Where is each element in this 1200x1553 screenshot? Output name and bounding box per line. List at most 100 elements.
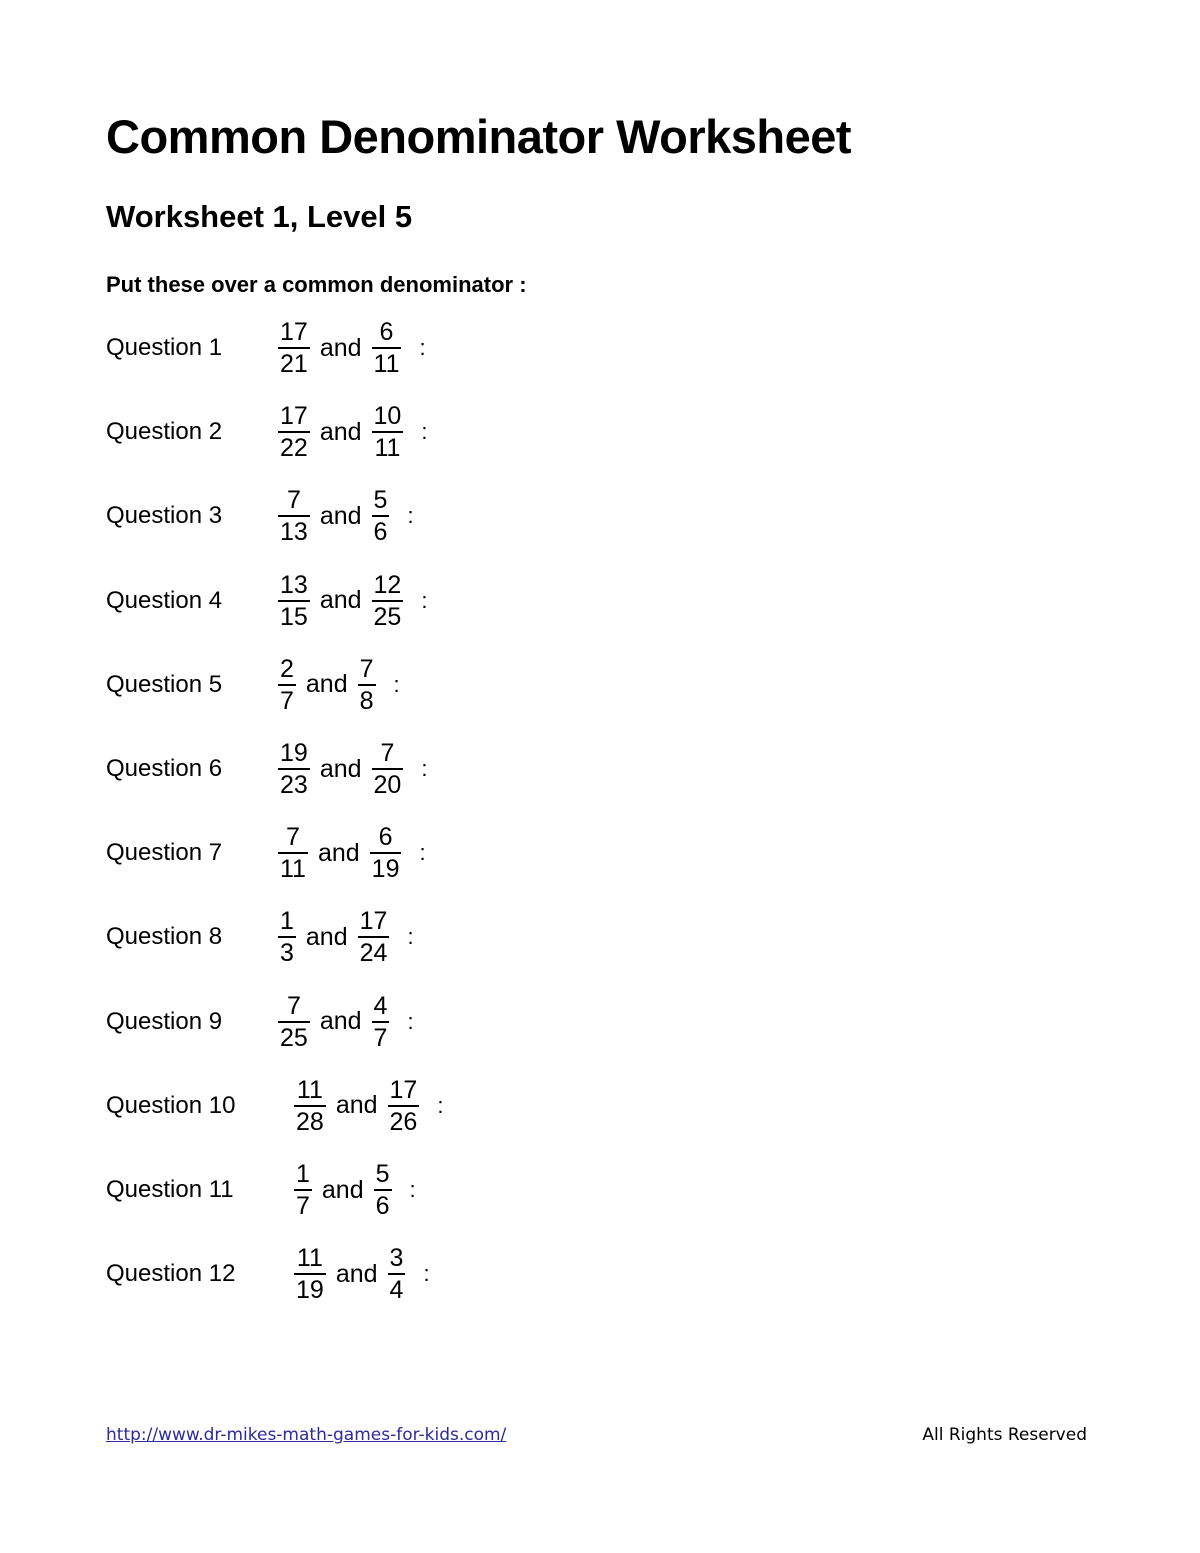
fraction-first: 11 28 xyxy=(294,1075,326,1137)
numerator: 17 xyxy=(359,907,388,936)
numerator: 17 xyxy=(280,318,308,346)
answer-colon: : xyxy=(393,671,400,697)
numerator: 7 xyxy=(286,823,300,852)
joiner-text: and xyxy=(305,670,348,699)
question-row: Question 2 17 22 and 10 11: xyxy=(106,397,427,467)
answer-colon: : xyxy=(437,1092,444,1118)
numerator: 1 xyxy=(280,907,294,936)
joiner-text: and xyxy=(305,922,348,951)
numerator: 11 xyxy=(296,1075,323,1104)
question-label: Question 2 xyxy=(106,418,223,446)
fraction-first: 13 xyxy=(278,906,296,968)
question-row: Question 12 11 19 and 3 4: xyxy=(106,1239,430,1309)
question-row: Question 5 2 7 and 7 8: xyxy=(106,650,400,720)
numerator: 10 xyxy=(373,402,402,431)
question-label: Question 6 xyxy=(106,755,223,782)
fraction-second: 47 xyxy=(371,991,390,1053)
question-label: Question 7 xyxy=(106,839,223,867)
fraction-first: 27 xyxy=(278,654,296,716)
question-label: Question 5 xyxy=(106,670,223,698)
fraction-second: 56 xyxy=(371,485,390,547)
fraction-second: 6 19 xyxy=(369,822,402,884)
denominator: 7 xyxy=(373,1023,388,1052)
answer-colon: : xyxy=(421,419,428,445)
numerator: 7 xyxy=(359,654,374,683)
numerator: 6 xyxy=(378,823,393,852)
numerator: 19 xyxy=(280,739,308,767)
joiner-text: and xyxy=(335,1091,378,1120)
answer-colon: : xyxy=(419,840,426,866)
question-label: Question 4 xyxy=(106,586,223,614)
numerator: 11 xyxy=(296,1244,323,1273)
fraction-first: 13 15 xyxy=(278,570,310,632)
fraction-second: 10 11 xyxy=(371,401,404,463)
question-label: Question 11 xyxy=(106,1176,234,1203)
question-row: Question 6 19 23 and 7 20: xyxy=(106,734,427,804)
numerator: 4 xyxy=(373,991,388,1020)
joiner-text: and xyxy=(335,1259,378,1288)
question-label: Question 9 xyxy=(106,1007,223,1035)
worksheet-subtitle: Worksheet 1, Level 5 xyxy=(106,199,413,234)
answer-colon: : xyxy=(421,587,428,613)
answer-colon: : xyxy=(423,1261,430,1287)
denominator: 21 xyxy=(280,350,308,378)
denominator: 11 xyxy=(280,855,306,884)
fraction-first: 7 13 xyxy=(278,485,310,547)
denominator: 25 xyxy=(373,602,402,631)
fraction-second: 17 24 xyxy=(357,906,390,968)
denominator: 22 xyxy=(280,434,308,463)
numerator: 17 xyxy=(280,402,308,431)
question-row: Question 11 1 7 and 5 6: xyxy=(106,1155,416,1225)
fraction-second: 56 xyxy=(373,1159,392,1221)
question-row: Question 3 7 13 and 5 6: xyxy=(106,481,414,551)
denominator: 7 xyxy=(296,1192,310,1220)
numerator: 7 xyxy=(286,991,301,1020)
question-label: Question 12 xyxy=(106,1260,236,1288)
fraction-first: 17 22 xyxy=(278,401,310,463)
question-label: Question 1 xyxy=(106,334,223,361)
question-row: Question 4 13 15 and 12 25: xyxy=(106,566,427,636)
fraction-first: 7 25 xyxy=(278,991,310,1053)
numerator: 5 xyxy=(373,486,388,515)
denominator: 11 xyxy=(374,434,401,463)
fraction-first: 11 19 xyxy=(294,1243,326,1305)
numerator: 13 xyxy=(280,570,308,599)
answer-colon: : xyxy=(407,1008,414,1034)
numerator: 2 xyxy=(280,654,294,683)
numerator: 17 xyxy=(389,1075,418,1104)
fraction-first: 19 23 xyxy=(278,738,310,800)
denominator: 3 xyxy=(280,939,294,968)
fraction-second: 78 xyxy=(357,654,376,716)
question-label: Question 3 xyxy=(106,502,223,530)
joiner-text: and xyxy=(319,333,362,362)
joiner-text: and xyxy=(319,754,362,783)
joiner-text: and xyxy=(319,1007,362,1036)
denominator: 8 xyxy=(359,686,374,715)
website-link[interactable]: http://www.dr-mikes-math-games-for-kids.… xyxy=(106,1425,506,1445)
denominator: 19 xyxy=(296,1276,324,1305)
question-label: Question 10 xyxy=(106,1091,236,1119)
fraction-second: 6 11 xyxy=(371,317,402,379)
fraction-second: 7 20 xyxy=(371,738,404,800)
numerator: 3 xyxy=(389,1244,404,1273)
numerator: 1 xyxy=(296,1160,310,1188)
denominator: 23 xyxy=(280,771,308,799)
question-row: Question 10 11 28 and 17 26: xyxy=(106,1071,443,1141)
answer-colon: : xyxy=(419,335,426,360)
answer-colon: : xyxy=(409,1177,416,1202)
answer-colon: : xyxy=(421,756,428,781)
joiner-text: and xyxy=(319,501,362,530)
answer-colon: : xyxy=(407,503,414,529)
numerator: 5 xyxy=(375,1160,390,1188)
fraction-first: 17 xyxy=(294,1159,312,1221)
numerator: 6 xyxy=(379,318,394,346)
denominator: 15 xyxy=(280,602,308,631)
denominator: 26 xyxy=(389,1107,418,1136)
question-row: Question 8 1 3 and 17 24: xyxy=(106,902,414,972)
fraction-second: 12 25 xyxy=(371,570,404,632)
fraction-second: 17 26 xyxy=(387,1075,420,1137)
fraction-first: 7 11 xyxy=(278,822,308,884)
denominator: 20 xyxy=(373,771,402,799)
denominator: 6 xyxy=(373,518,388,547)
rights-text: All Rights Reserved xyxy=(922,1425,1087,1445)
